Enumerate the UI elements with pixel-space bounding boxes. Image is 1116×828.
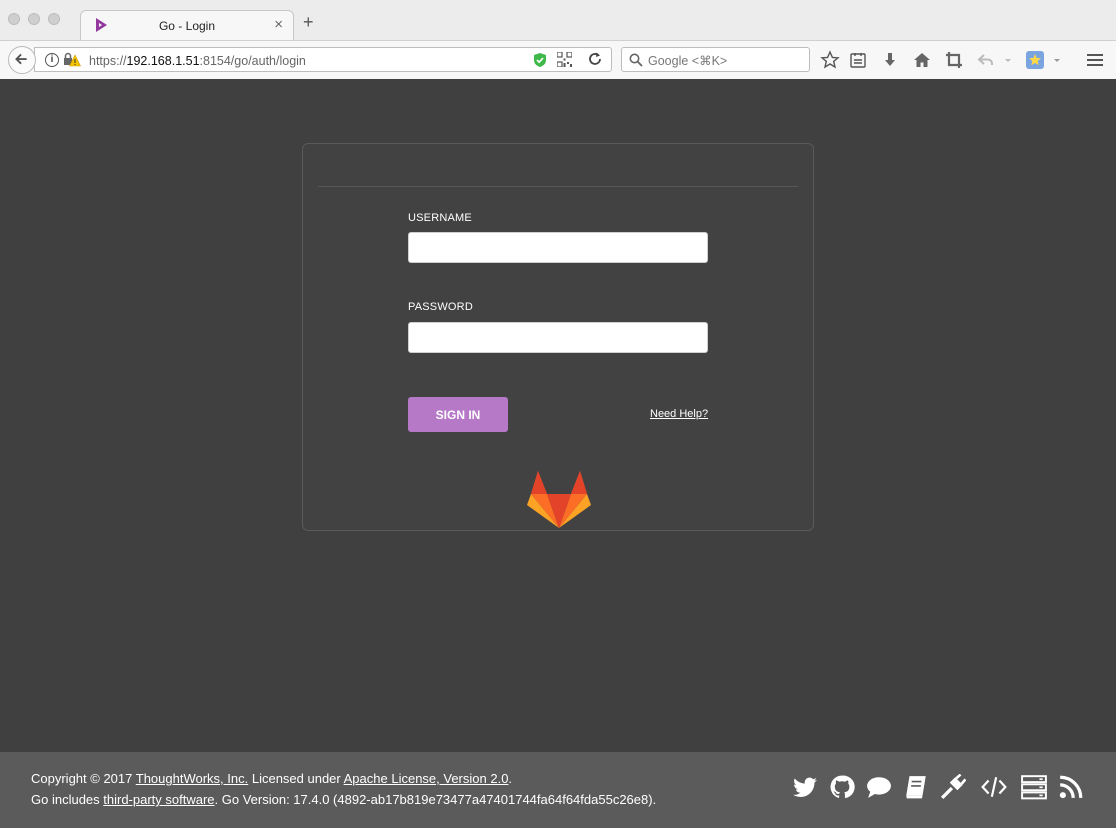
github-icon[interactable] [829,774,855,800]
shield-icon[interactable] [532,52,548,68]
plugin-icon[interactable] [940,774,966,800]
licensed-under-text: Licensed under [248,771,344,786]
gitlab-fox-logo-icon [527,471,591,528]
hamburger-menu-icon[interactable] [1085,50,1105,70]
need-help-link[interactable]: Need Help? [650,408,708,420]
zoom-window-button[interactable] [48,13,60,25]
info-icon[interactable]: i [45,53,59,67]
login-card: USERNAME PASSWORD SIGN IN Need Help? [302,143,814,531]
home-icon[interactable] [912,50,932,70]
search-placeholder: Google <⌘K> [648,54,728,68]
search-icon [629,53,643,67]
search-box[interactable]: Google <⌘K> [621,47,810,72]
back-button[interactable] [8,46,36,74]
version-text: . Go Version: 17.4.0 (4892-ab17b819e7347… [214,792,657,807]
insecure-lock-icon[interactable] [63,52,81,68]
browser-tab[interactable]: Go - Login × [80,10,294,40]
includes-prefix: Go includes [31,792,104,807]
qr-code-icon[interactable] [557,52,572,67]
address-bar[interactable]: i https://192.168.1.51:8154/go/auth/logi… [34,47,612,72]
browser-chrome: Go - Login × + i https://192.168.1.51:81… [0,0,1116,79]
version-line: Go includes third-party software. Go Ver… [31,792,656,807]
apache-license-link[interactable]: Apache License, Version 2.0 [344,771,509,786]
back-arrow-icon [15,53,27,65]
username-label: USERNAME [408,212,472,224]
third-party-software-link[interactable]: third-party software [103,792,214,807]
password-input[interactable] [408,322,708,353]
undo-icon[interactable] [976,50,996,70]
download-icon[interactable] [880,50,900,70]
crop-icon[interactable] [944,50,964,70]
url-path: :8154/go/auth/login [199,54,306,68]
copyright-line: Copyright © 2017 ThoughtWorks, Inc. Lice… [31,771,512,786]
reload-icon[interactable] [586,50,604,68]
url-scheme: https:// [89,54,127,68]
undo-dropdown-chevron-icon[interactable] [998,50,1018,70]
card-divider [318,186,798,187]
copyright-period: . [508,771,513,786]
url-host: 192.168.1.51 [126,54,200,68]
password-label: PASSWORD [408,301,473,313]
username-input[interactable] [408,232,708,263]
minimize-window-button[interactable] [28,13,40,25]
extension-star-icon[interactable] [1025,50,1045,70]
bookmark-star-icon[interactable] [820,50,840,70]
footer: Copyright © 2017 ThoughtWorks, Inc. Lice… [0,752,1116,828]
docs-icon[interactable] [903,774,929,800]
close-window-button[interactable] [8,13,20,25]
reader-list-icon[interactable] [848,50,868,70]
copyright-prefix: Copyright © 2017 [31,771,136,786]
tab-close-icon[interactable]: × [274,16,283,33]
twitter-icon[interactable] [792,774,818,800]
chat-icon[interactable] [866,774,892,800]
new-tab-button[interactable]: + [303,13,314,31]
tab-title: Go - Login [158,19,216,33]
extension-dropdown-chevron-icon[interactable] [1047,50,1067,70]
server-icon[interactable] [1021,774,1047,800]
rss-icon[interactable] [1058,774,1084,800]
navigation-bar: i https://192.168.1.51:8154/go/auth/logi… [0,40,1116,79]
url-text[interactable]: https://192.168.1.51:8154/go/auth/login [89,54,306,68]
thoughtworks-link[interactable]: ThoughtWorks, Inc. [136,771,248,786]
sign-in-button[interactable]: SIGN IN [408,397,508,432]
api-icon[interactable] [981,774,1007,800]
